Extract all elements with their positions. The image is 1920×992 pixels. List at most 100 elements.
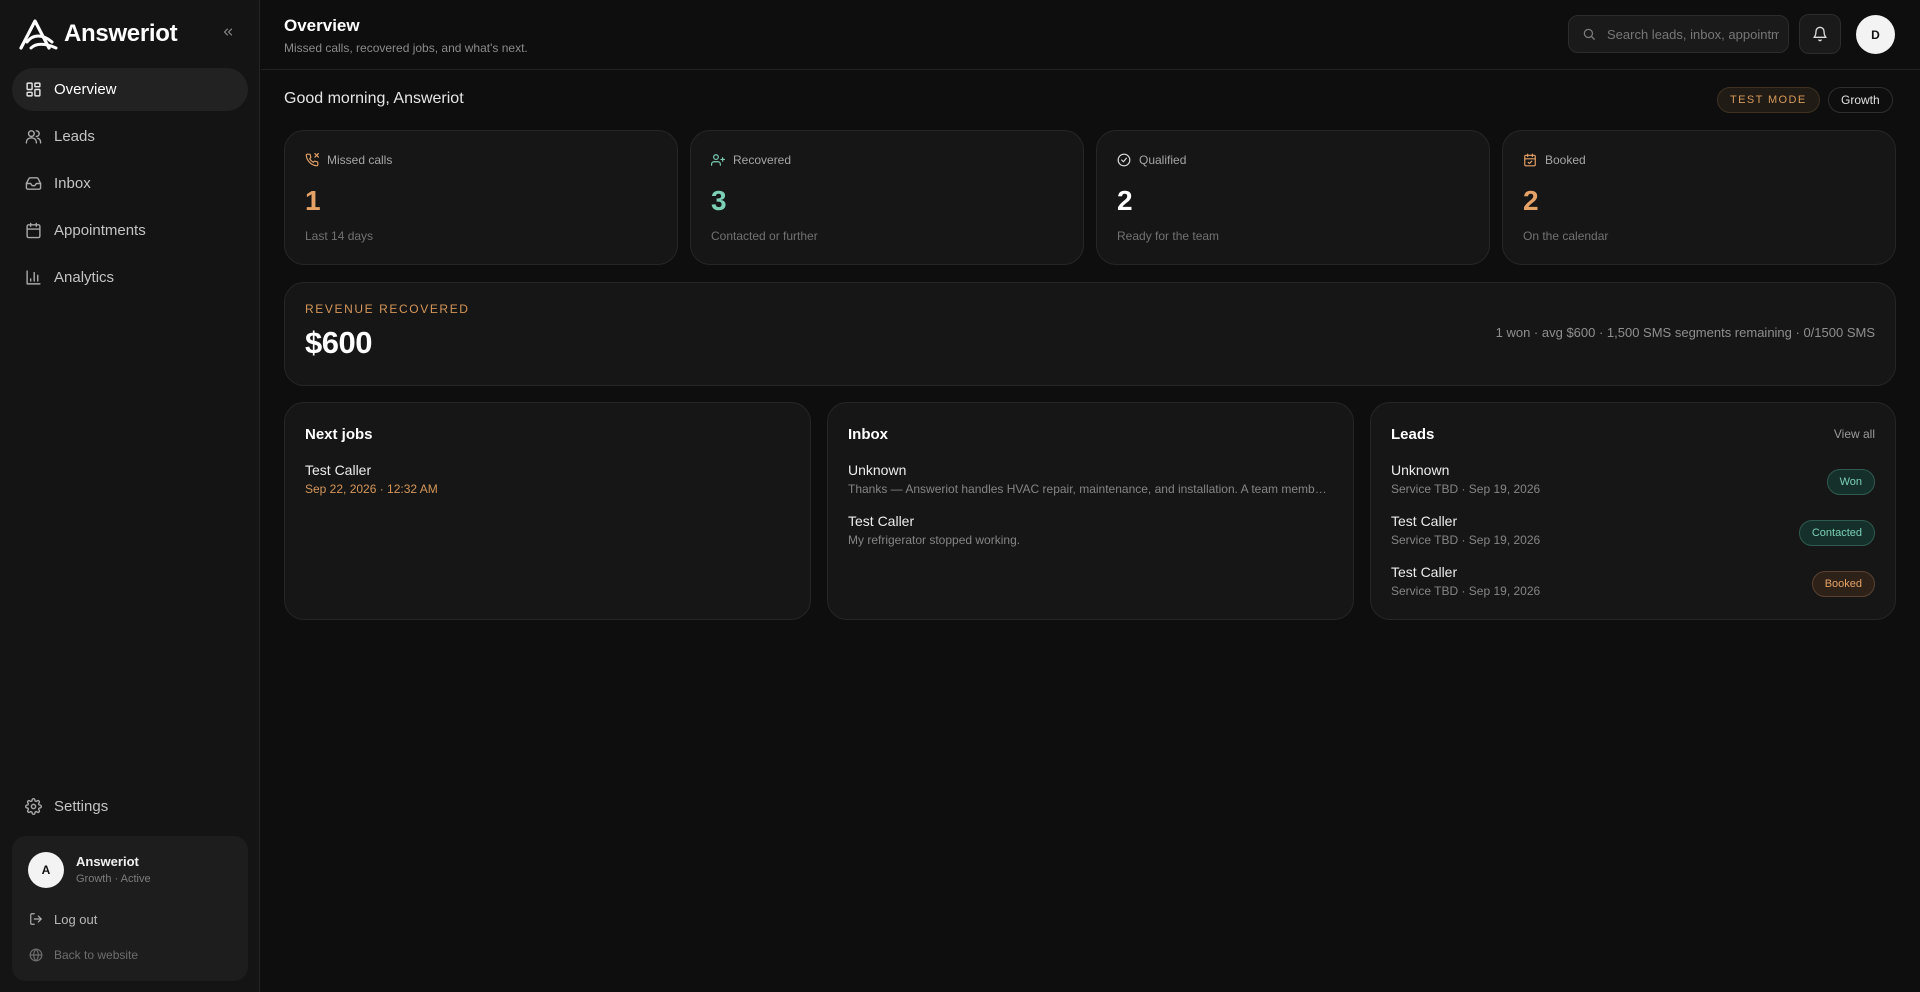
- message-preview: Thanks — Answeriot handles HVAC repair, …: [848, 482, 1333, 496]
- plan-badge: Growth: [1828, 87, 1893, 113]
- stat-value: 3: [711, 185, 727, 216]
- revenue-meta: 1 won · avg $600 · 1,500 SMS segments re…: [1495, 325, 1875, 340]
- status-badge: Won: [1826, 469, 1875, 495]
- page-title: Overview: [284, 16, 360, 35]
- stat-header: Recovered: [711, 153, 791, 167]
- stat-header: Qualified: [1117, 153, 1186, 167]
- panel-title: Next jobs: [305, 426, 373, 443]
- lead-name: Test Caller: [1391, 564, 1458, 580]
- bar-chart-icon: [24, 269, 42, 287]
- page-subtitle: Missed calls, recovered jobs, and what's…: [284, 41, 528, 55]
- logout-label: Log out: [54, 911, 98, 927]
- stat-header: Booked: [1523, 153, 1586, 167]
- view-all-link[interactable]: View all: [1834, 427, 1875, 441]
- stat-card-booked: Booked 2 On the calendar: [1502, 130, 1896, 265]
- brand[interactable]: Answeriot: [18, 16, 178, 52]
- list-item[interactable]: Unknown Service TBD · Sep 19, 2026 Won: [1391, 462, 1875, 513]
- top-header: Overview Missed calls, recovered jobs, a…: [261, 0, 1920, 70]
- message-sender: Unknown: [848, 462, 907, 478]
- status-badge: Booked: [1811, 571, 1875, 597]
- greeting: Good morning, Answeriot: [284, 90, 464, 107]
- lead-meta: Service TBD · Sep 19, 2026: [1391, 584, 1541, 598]
- search-box[interactable]: [1568, 15, 1789, 53]
- user-plan-status: Growth · Active: [76, 873, 151, 885]
- stat-card-recovered: Recovered 3 Contacted or further: [690, 130, 1084, 265]
- logout-button[interactable]: Log out: [28, 911, 97, 927]
- stat-value: 1: [305, 185, 321, 216]
- sidebar-item-leads[interactable]: Leads: [12, 115, 248, 158]
- inbox-panel: Inbox Unknown Thanks — Answeriot handles…: [827, 402, 1354, 620]
- next-jobs-list: Test Caller Sep 22, 2026 · 12:32 AM: [305, 462, 790, 513]
- revenue-card: REVENUE RECOVERED $600 1 won · avg $600 …: [284, 282, 1896, 386]
- panel-title: Leads: [1391, 426, 1435, 443]
- stat-note: Contacted or further: [711, 229, 818, 243]
- panel-title: Inbox: [848, 426, 888, 443]
- sidebar-item-appointments[interactable]: Appointments: [12, 209, 248, 252]
- notifications-button[interactable]: [1799, 14, 1841, 54]
- back-to-website-label: Back to website: [54, 948, 139, 962]
- next-jobs-panel: Next jobs Test Caller Sep 22, 2026 · 12:…: [284, 402, 811, 620]
- revenue-value: $600: [305, 325, 372, 360]
- avatar[interactable]: A: [28, 852, 64, 888]
- leads-panel: Leads View all Unknown Service TBD · Sep…: [1370, 402, 1896, 620]
- sidebar-item-label: Inbox: [54, 175, 91, 192]
- collapse-sidebar-button[interactable]: [218, 22, 238, 42]
- revenue-label: REVENUE RECOVERED: [305, 302, 470, 316]
- sidebar-item-label: Appointments: [54, 222, 146, 239]
- gear-icon: [24, 798, 42, 816]
- stat-card-qualified: Qualified 2 Ready for the team: [1096, 130, 1490, 265]
- stat-card-missed-calls: Missed calls 1 Last 14 days: [284, 130, 678, 265]
- sidebar-item-label: Analytics: [54, 269, 115, 286]
- check-circle-icon: [1117, 153, 1131, 167]
- stat-label: Booked: [1545, 153, 1586, 167]
- list-item[interactable]: Test Caller Sep 22, 2026 · 12:32 AM: [305, 462, 790, 513]
- stat-note: Last 14 days: [305, 229, 374, 243]
- users-icon: [24, 128, 42, 146]
- chevrons-left-icon: [223, 28, 233, 36]
- stat-note: On the calendar: [1523, 229, 1609, 243]
- sidebar-item-settings[interactable]: Settings: [12, 785, 248, 828]
- search-icon: [1583, 28, 1595, 40]
- stat-header: Missed calls: [305, 153, 392, 167]
- stat-value: 2: [1117, 185, 1133, 216]
- globe-icon: [28, 947, 44, 963]
- user-card: A Answeriot Growth · Active Log out Back…: [12, 836, 248, 981]
- user-plus-icon: [711, 153, 725, 167]
- message-sender: Test Caller: [848, 513, 915, 529]
- list-item[interactable]: Test Caller Service TBD · Sep 19, 2026 B…: [1391, 564, 1875, 615]
- job-name: Test Caller: [305, 462, 372, 478]
- sidebar: Answeriot Overview Leads Inbox Appointme…: [0, 0, 260, 992]
- calendar-check-icon: [1523, 153, 1537, 167]
- sidebar-item-overview[interactable]: Overview: [12, 68, 248, 111]
- log-out-icon: [28, 911, 44, 927]
- inbox-icon: [24, 175, 42, 193]
- bell-icon: [1813, 26, 1827, 42]
- list-item[interactable]: Unknown Thanks — Answeriot handles HVAC …: [848, 462, 1333, 513]
- stat-label: Recovered: [733, 153, 792, 167]
- list-item[interactable]: Test Caller Service TBD · Sep 19, 2026 C…: [1391, 513, 1875, 564]
- stat-note: Ready for the team: [1117, 229, 1220, 243]
- layout-grid-icon: [24, 81, 42, 99]
- inbox-list: Unknown Thanks — Answeriot handles HVAC …: [848, 462, 1333, 564]
- leads-list: Unknown Service TBD · Sep 19, 2026 Won T…: [1391, 462, 1875, 615]
- calendar-icon: [24, 222, 42, 240]
- search-input[interactable]: [1607, 26, 1779, 42]
- list-item[interactable]: Test Caller My refrigerator stopped work…: [848, 513, 1333, 564]
- sidebar-item-inbox[interactable]: Inbox: [12, 162, 248, 205]
- stat-value: 2: [1523, 185, 1539, 216]
- sidebar-item-label: Overview: [54, 81, 117, 98]
- sidebar-item-analytics[interactable]: Analytics: [12, 256, 248, 299]
- stat-label: Qualified: [1139, 153, 1187, 167]
- back-to-website-link[interactable]: Back to website: [28, 947, 138, 963]
- stat-label: Missed calls: [327, 153, 393, 167]
- user-avatar-button[interactable]: D: [1856, 15, 1895, 54]
- lead-name: Unknown: [1391, 462, 1450, 478]
- user-name: Answeriot: [76, 854, 139, 869]
- brand-name: Answeriot: [64, 20, 178, 47]
- job-datetime: Sep 22, 2026 · 12:32 AM: [305, 482, 438, 496]
- lead-meta: Service TBD · Sep 19, 2026: [1391, 482, 1541, 496]
- answeriot-logo-icon: [19, 19, 58, 50]
- sidebar-nav: Overview Leads Inbox Appointments Analyt…: [12, 68, 248, 303]
- sidebar-item-label: Leads: [54, 128, 95, 145]
- phone-missed-icon: [305, 153, 319, 167]
